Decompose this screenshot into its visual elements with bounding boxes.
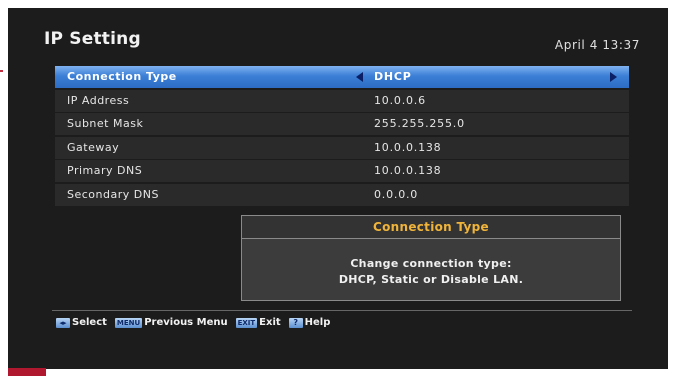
info-line-1: Change connection type:	[350, 257, 512, 270]
setting-value: 10.0.0.138	[374, 140, 442, 154]
arrow-right-icon[interactable]	[610, 72, 617, 82]
setting-label: Gateway	[67, 140, 120, 154]
help-hint: Help	[304, 317, 331, 328]
setting-value: 10.0.0.6	[374, 93, 426, 107]
setting-label: Subnet Mask	[67, 117, 144, 130]
info-title: Connection Type	[242, 216, 620, 239]
setting-row-ip-address[interactable]: IP Address 10.0.0.6	[55, 89, 629, 112]
datetime: April 4 13:37	[554, 38, 640, 52]
setting-value: 0.0.0.0	[374, 187, 419, 201]
arrow-left-icon[interactable]	[356, 72, 363, 82]
setting-value: DHCP	[374, 70, 412, 83]
select-hint: Select	[72, 317, 107, 328]
setting-label: Connection Type	[67, 70, 177, 83]
nav-arrows-key-icon: ◂▸	[56, 317, 70, 328]
help-info-box: Connection Type Change connection type: …	[241, 215, 621, 301]
info-text: Change connection type: DHCP, Static or …	[242, 239, 620, 288]
setting-value: 10.0.0.138	[374, 164, 442, 177]
exit-key-icon: EXIT	[235, 317, 258, 328]
key-hints-bar: ◂▸ Select MENU Previous Menu EXIT Exit ?…	[56, 317, 338, 328]
previous-menu-hint: Previous Menu	[144, 317, 228, 328]
setting-label: Primary DNS	[67, 164, 143, 177]
footer-divider	[52, 310, 632, 311]
page-title: IP Setting	[44, 29, 141, 49]
exit-hint: Exit	[259, 317, 281, 328]
setting-row-subnet-mask[interactable]: Subnet Mask 255.255.255.0	[55, 113, 629, 135]
help-key-icon: ?	[288, 317, 303, 328]
setting-label: IP Address	[67, 93, 130, 107]
setting-row-primary-dns[interactable]: Primary DNS 10.0.0.138	[55, 160, 629, 182]
edge-mark-bottom	[8, 368, 46, 376]
setting-label: Secondary DNS	[67, 187, 159, 201]
edge-mark	[0, 70, 3, 72]
settings-list: Connection Type DHCP IP Address 10.0.0.6…	[55, 66, 629, 207]
setting-row-connection-type[interactable]: Connection Type DHCP	[55, 66, 629, 88]
menu-key-icon: MENU	[114, 317, 143, 328]
setting-row-secondary-dns[interactable]: Secondary DNS 0.0.0.0	[55, 183, 629, 206]
info-line-2: DHCP, Static or Disable LAN.	[338, 273, 524, 286]
setting-row-gateway[interactable]: Gateway 10.0.0.138	[55, 136, 629, 159]
setting-value: 255.255.255.0	[374, 117, 465, 130]
